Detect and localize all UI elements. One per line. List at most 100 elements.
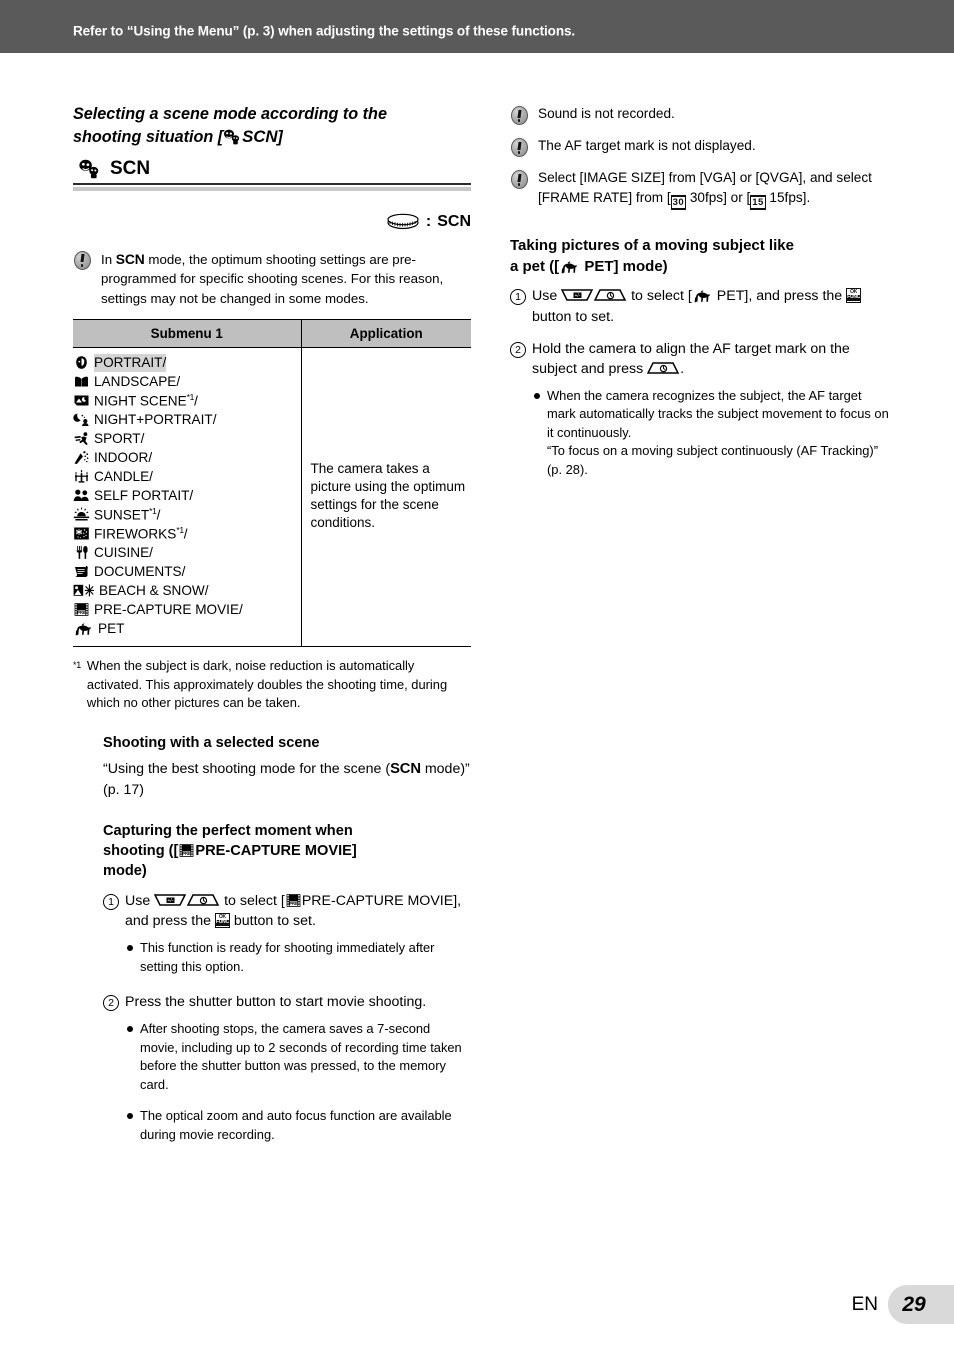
step-number: 1	[510, 289, 526, 306]
step-number: 2	[510, 341, 526, 358]
fireworks-icon	[73, 526, 90, 541]
step-number: 1	[103, 893, 119, 910]
scene-mode-list: PORTRAIT/ LANDSCAPE/ NIGHT SCENE*1/ NIGH…	[73, 347, 301, 648]
pet-heading-line2-post: PET] mode)	[580, 257, 668, 275]
right-column: Sound is not recorded. The AF target mar…	[510, 104, 890, 479]
list-item-candle[interactable]: CANDLE/	[73, 467, 301, 486]
footnote-mark: *1	[176, 524, 184, 535]
dial-separator: :	[425, 212, 432, 230]
beach-snow-icon	[73, 583, 95, 598]
pet-section-heading: Taking pictures of a moving subject like…	[510, 236, 890, 277]
pet-step-2-note-text: When the camera recognizes the subject, …	[547, 387, 890, 479]
section-title: Selecting a scene mode according to the …	[73, 104, 471, 148]
self-portrait-icon	[73, 488, 90, 503]
exclamation-icon	[510, 106, 529, 125]
step-2-note-2-text: The optical zoom and auto focus function…	[140, 1108, 452, 1142]
sub2-heading-line3: mode)	[103, 862, 147, 879]
pet-step-1: 1 Use +/- to select [ PET], and press th…	[510, 286, 890, 326]
list-item-label: NIGHT+PORTRAIT/	[94, 411, 217, 427]
intro-note: In SCN mode, the optimum shooting settin…	[73, 249, 471, 309]
list-item-documents[interactable]: DOCUMENTS/	[73, 562, 301, 581]
night-scene-icon	[73, 393, 90, 408]
heading-rule-light	[73, 186, 471, 191]
list-item-portrait[interactable]: PORTRAIT/	[73, 353, 301, 372]
pre-capture-movie-icon: PRE	[73, 602, 90, 617]
up-selftimer-button-icon	[593, 288, 627, 303]
pet-icon	[559, 259, 580, 274]
footer-language: EN	[851, 1293, 878, 1315]
subsection-heading: Capturing the perfect moment when shooti…	[103, 822, 471, 882]
note-sound-not-recorded: Sound is not recorded.	[510, 104, 890, 125]
candle-icon	[73, 469, 90, 484]
section-title-scn: SCN	[242, 126, 278, 146]
list-item-label: DOCUMENTS/	[94, 563, 186, 579]
note3-part2: 30fps] or [	[686, 189, 751, 205]
list-item-fireworks[interactable]: FIREWORKS*1/	[73, 524, 301, 543]
note-text: Select [IMAGE SIZE] from [VGA] or [QVGA]…	[538, 168, 890, 210]
sport-icon	[73, 431, 90, 446]
sub2-heading-line1: Capturing the perfect moment when	[103, 822, 353, 839]
list-item-label: INDOOR/	[94, 449, 153, 465]
pet-note-line1: When the camera recognizes the subject, …	[547, 387, 889, 440]
svg-text:PRE: PRE	[289, 901, 298, 906]
ok-func-button-icon: OK FUNC	[846, 288, 862, 304]
sub2-heading-line2-pre: shooting ([	[103, 842, 179, 859]
list-item-night-scene[interactable]: NIGHT SCENE*1/	[73, 391, 301, 410]
up-selftimer-button-icon	[646, 361, 680, 376]
indoor-icon	[73, 450, 90, 465]
intro-note-pre: In	[101, 251, 116, 267]
svg-text:+/-: +/-	[575, 294, 581, 300]
intro-note-body: In SCN mode, the optimum shooting settin…	[101, 249, 471, 309]
pet-step-2-note: When the camera recognizes the subject, …	[534, 387, 890, 479]
sub2-heading-line2-post: PRE-CAPTURE MOVIE]	[195, 842, 357, 859]
page-footer: EN 29	[852, 1285, 954, 1324]
list-item-pet[interactable]: PET	[73, 619, 301, 638]
list-item-pre-capture-movie[interactable]: PRE PRE-CAPTURE MOVIE/	[73, 600, 301, 619]
page-banner: Refer to “Using the Menu” (p. 3) when ad…	[0, 0, 954, 53]
step-2-note-1: After shooting stops, the camera saves a…	[127, 1020, 471, 1094]
step-1: 1 Use +/- to select [PRE PRE-CAPTURE MOVI…	[103, 891, 471, 931]
list-item-label: PRE-CAPTURE MOVIE/	[94, 601, 243, 617]
pre-capture-movie-icon: PRE	[285, 893, 302, 908]
list-item-beach-snow[interactable]: BEACH & SNOW/	[73, 581, 301, 600]
exclamation-icon	[510, 170, 529, 189]
list-item-label: PET	[98, 620, 125, 636]
portrait-icon	[73, 355, 90, 370]
list-item-label: SUNSET*1/	[94, 505, 161, 523]
documents-icon	[73, 564, 90, 579]
list-item-night-portrait[interactable]: NIGHT+PORTRAIT/	[73, 410, 301, 429]
list-item-cuisine[interactable]: CUISINE/	[73, 543, 301, 562]
pet-step2-pre: Hold the camera to align the AF target m…	[532, 340, 850, 377]
section-title-line1: Selecting a scene mode according to the	[73, 105, 387, 123]
banner-text: Refer to “Using the Menu” (p. 3) when ad…	[73, 23, 576, 39]
subsection-shooting-with-scene: Shooting with a selected scene “Using th…	[103, 734, 471, 800]
list-item-landscape[interactable]: LANDSCAPE/	[73, 372, 301, 391]
subsection-heading: Shooting with a selected scene	[103, 735, 320, 752]
table-header-row: Submenu 1 Application	[73, 319, 471, 349]
pet-heading-line2-pre: a pet ([	[510, 257, 560, 275]
list-item-self-portrait[interactable]: SELF PORTAIT/	[73, 486, 301, 505]
list-item-label: CUISINE/	[94, 544, 153, 560]
table-header-submenu: Submenu 1	[73, 319, 301, 349]
list-item-indoor[interactable]: INDOOR/	[73, 448, 301, 467]
pre-capture-movie-icon: PRE	[178, 843, 195, 858]
mode-label: SCN	[110, 158, 151, 180]
step-text: Press the shutter button to start movie …	[125, 994, 427, 1011]
intro-note-post: mode, the optimum shooting settings are …	[101, 251, 444, 306]
heading-rule-dark	[73, 183, 471, 185]
frame-rate-30-icon: 30	[670, 194, 687, 210]
list-item-label: SELF PORTAIT/	[94, 487, 194, 503]
list-item-sport[interactable]: SPORT/	[73, 429, 301, 448]
down-exposure-button-icon: +/-	[560, 288, 594, 303]
left-column: Selecting a scene mode according to the …	[73, 104, 471, 1144]
note-image-size-frame-rate: Select [IMAGE SIZE] from [VGA] or [QVGA]…	[510, 168, 890, 210]
svg-text:PRE: PRE	[77, 610, 86, 615]
list-item-label: FIREWORKS*1/	[94, 524, 188, 542]
list-item-label: NIGHT SCENE*1/	[94, 391, 198, 409]
footnote-mark: *1	[73, 660, 81, 671]
step-number: 2	[103, 995, 119, 1012]
subsection-pre-capture-movie: Capturing the perfect moment when shooti…	[103, 822, 471, 1144]
pet-step1-post: PET], and press the	[712, 288, 847, 305]
step-text: Use +/- to select [PRE PRE-CAPTURE MOVIE]…	[125, 891, 471, 931]
list-item-sunset[interactable]: SUNSET*1/	[73, 505, 301, 524]
